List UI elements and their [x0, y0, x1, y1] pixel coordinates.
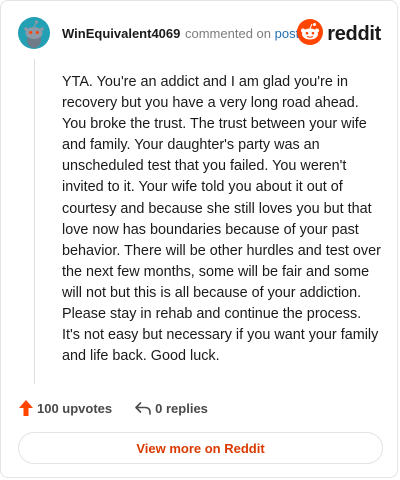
reddit-logo-icon	[297, 18, 324, 50]
comment-author[interactable]: WinEquivalent4069	[62, 26, 180, 41]
thread-line	[34, 59, 35, 384]
upvote-count: 100 upvotes	[37, 400, 113, 416]
comment-header: WinEquivalent4069 commented on post redd…	[18, 17, 381, 51]
post-link[interactable]: post	[275, 26, 300, 41]
upvote-button[interactable]: 100 upvotes	[18, 399, 112, 417]
comment-meta: commented on post	[185, 26, 299, 41]
reply-arrow-icon	[134, 400, 152, 416]
view-more-button[interactable]: View more on Reddit	[18, 432, 383, 464]
comment-actions: 100 upvotes 0 replies	[18, 397, 208, 419]
reply-button[interactable]: 0 replies	[134, 400, 208, 416]
upvote-arrow-icon	[18, 399, 34, 417]
reply-count: 0 replies	[155, 400, 208, 416]
snoo-avatar-icon[interactable]	[18, 17, 50, 49]
comment-body: YTA. You're an addict and I am glad you'…	[62, 74, 381, 365]
reddit-comment-embed: WinEquivalent4069 commented on post redd…	[0, 0, 398, 478]
reddit-wordmark: reddit	[327, 22, 381, 45]
commented-on-text: commented on	[185, 26, 271, 41]
reddit-brand[interactable]: reddit	[297, 18, 381, 50]
